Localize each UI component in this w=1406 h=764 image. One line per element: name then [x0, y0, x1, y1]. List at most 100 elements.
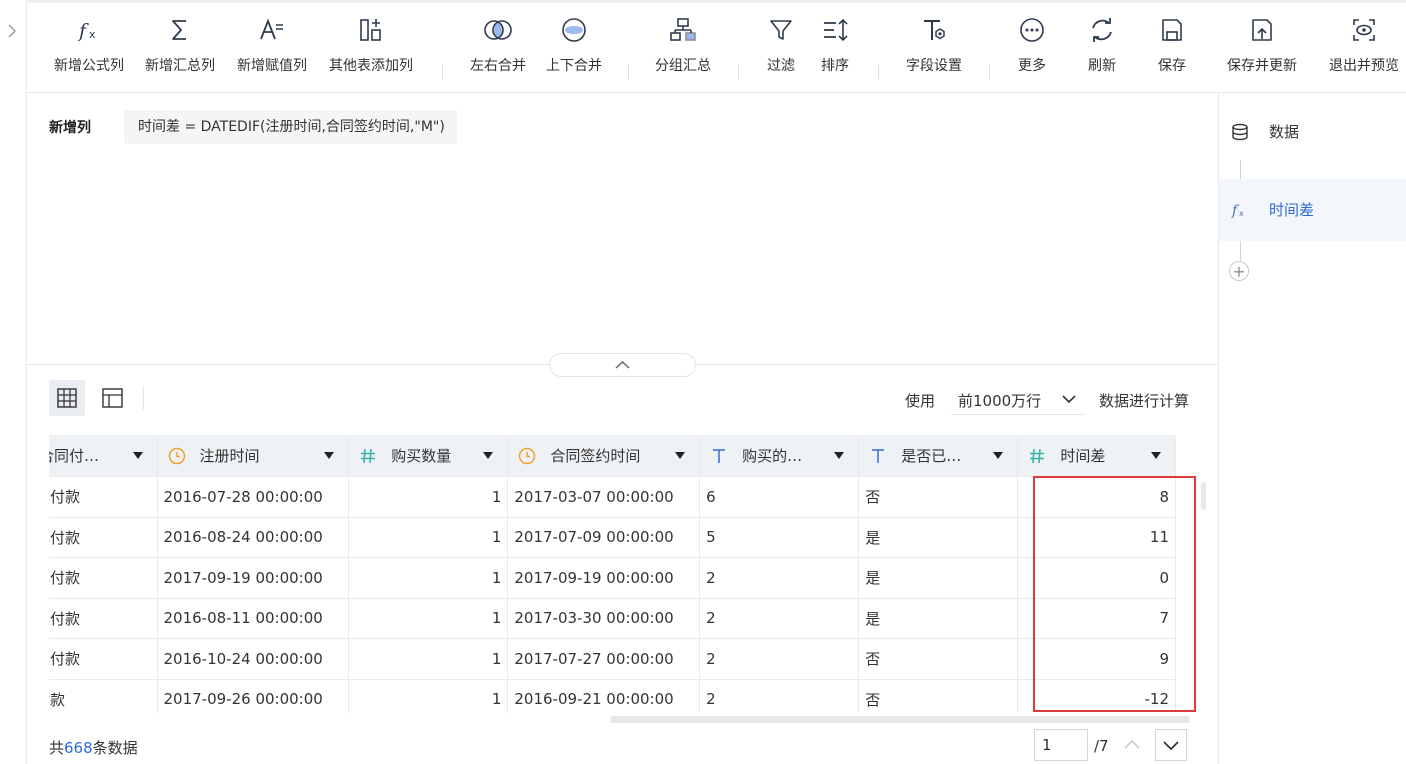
- add-summary-column-button[interactable]: 新增汇总列: [139, 17, 221, 85]
- save-and-update-button[interactable]: 保存并更新: [1219, 17, 1305, 85]
- table-cell: 否: [858, 679, 1019, 713]
- caret-down-icon[interactable]: [993, 452, 1004, 459]
- table-body: 已付款2016-07-28 00:00:0012017-03-07 00:00:…: [49, 476, 1176, 713]
- calc-label: 数据进行计算: [1099, 392, 1190, 410]
- toolbar-label: 左右合并: [470, 58, 526, 74]
- sigma-icon: [172, 20, 186, 40]
- filter-button[interactable]: 过滤: [760, 17, 802, 85]
- new-column-label: 新增列: [49, 120, 91, 136]
- table-cell: 已付款: [49, 517, 158, 558]
- collapse-panel-button[interactable]: [549, 353, 696, 377]
- left-collapse-strip: [0, 0, 27, 764]
- table-cell: 11: [1017, 517, 1176, 558]
- toolbar-label: 分组汇总: [655, 58, 711, 74]
- chevron-up-icon: [1124, 739, 1140, 749]
- toolbar-label: 新增汇总列: [145, 58, 215, 74]
- chevron-up-icon: [615, 360, 630, 369]
- union-vertical-icon: [562, 18, 586, 42]
- svg-text:f: f: [77, 20, 89, 42]
- table-cell: 5: [699, 517, 860, 558]
- vertical-scrollbar[interactable]: [1201, 482, 1206, 510]
- toolbar-label: 更多: [1018, 58, 1046, 74]
- more-icon: [1020, 18, 1044, 42]
- table-cell: 已付款: [49, 638, 158, 680]
- prev-page-button[interactable]: [1118, 731, 1146, 759]
- database-icon: [1232, 123, 1248, 141]
- caret-down-icon[interactable]: [324, 452, 335, 459]
- table-cell: 2016-07-28 00:00:00: [157, 476, 350, 518]
- join-horizontal-icon: [484, 20, 512, 40]
- toolbar-label: 字段设置: [906, 58, 962, 74]
- hash-icon: [1030, 448, 1045, 463]
- svg-text:x: x: [89, 28, 96, 41]
- toolbar-label: 过滤: [767, 58, 795, 74]
- caret-down-icon[interactable]: [834, 452, 845, 459]
- add-column-from-other-table-button[interactable]: 其他表添加列: [322, 17, 420, 85]
- toolbar-separator: [878, 65, 879, 79]
- column-header-label: 购买的…: [742, 447, 803, 465]
- column-header[interactable]: 购买的…: [699, 435, 860, 477]
- left-right-merge-button[interactable]: 左右合并: [463, 17, 533, 85]
- column-header-label: 时间差: [1060, 447, 1106, 465]
- toolbar-label: 排序: [821, 58, 849, 74]
- caret-down-icon[interactable]: [675, 452, 686, 459]
- column-header[interactable]: 注册时间: [157, 435, 350, 477]
- next-page-button[interactable]: [1155, 729, 1187, 761]
- row-limit-select[interactable]: 前1000万行: [951, 384, 1085, 415]
- table-cell: 1: [348, 598, 509, 639]
- table-cell: 2017-09-26 00:00:00: [157, 679, 350, 713]
- table-cell: 1: [348, 557, 509, 599]
- save-icon: [1162, 19, 1182, 41]
- column-header[interactable]: 购买数量: [348, 435, 509, 477]
- toolbar-label: 上下合并: [546, 58, 602, 74]
- table-cell: 已付款: [49, 557, 158, 599]
- exit-and-preview-button[interactable]: 退出并预览: [1323, 17, 1405, 85]
- page-total: /7: [1094, 737, 1109, 755]
- add-formula-column-button[interactable]: f x 新增公式列: [48, 17, 130, 85]
- table-cell: 2017-09-19 00:00:00: [507, 557, 701, 599]
- formula-editor-area: 新增列 时间差 = DATEDIF(注册时间,合同签约时间,"M"): [27, 93, 1218, 364]
- table-row: 已付款2017-09-19 00:00:0012017-09-19 00:00:…: [49, 557, 1176, 599]
- clock-icon: [519, 447, 536, 464]
- refresh-button[interactable]: 刷新: [1081, 17, 1123, 85]
- grid-view-button[interactable]: [49, 380, 85, 416]
- add-assign-column-button[interactable]: 新增赋值列: [231, 17, 313, 85]
- plus-icon[interactable]: +: [1229, 261, 1249, 281]
- use-label: 使用: [905, 392, 936, 410]
- total-count: 668: [64, 739, 93, 757]
- top-bottom-merge-button[interactable]: 上下合并: [539, 17, 609, 85]
- table-cell: 否: [858, 638, 1019, 680]
- save-button[interactable]: 保存: [1151, 17, 1193, 85]
- column-header[interactable]: 合同签约时间: [507, 435, 701, 477]
- page-number-input[interactable]: [1034, 729, 1088, 761]
- column-header[interactable]: 合同付…: [49, 435, 158, 477]
- toolbar-separator: [442, 65, 443, 79]
- toolbar-label: 保存: [1158, 58, 1186, 74]
- layout-view-button[interactable]: [95, 380, 131, 416]
- chevron-right-icon[interactable]: [6, 22, 18, 40]
- total-suffix: 条数据: [92, 739, 138, 757]
- toolbar-separator: [738, 65, 739, 79]
- field-settings-button[interactable]: 字段设置: [897, 17, 971, 85]
- table-cell: 2: [699, 638, 860, 680]
- caret-down-icon[interactable]: [1151, 452, 1161, 459]
- table-cell: 2016-08-11 00:00:00: [157, 598, 350, 639]
- table-cell: 是: [858, 517, 1019, 558]
- table-cell: 2017-07-09 00:00:00: [507, 517, 701, 558]
- data-grid: 合同付…注册时间购买数量合同签约时间购买的…是否已…时间差 已付款2016-07…: [49, 435, 1176, 713]
- formula-expression[interactable]: 时间差 = DATEDIF(注册时间,合同签约时间,"M"): [124, 110, 457, 144]
- grid-icon: [57, 388, 77, 408]
- table-row: 已付款2016-08-11 00:00:0012017-03-30 00:00:…: [49, 598, 1176, 639]
- sort-button[interactable]: 排序: [814, 17, 856, 85]
- column-header[interactable]: 是否已…: [858, 435, 1019, 477]
- group-summary-button[interactable]: 分组汇总: [647, 17, 719, 85]
- more-button[interactable]: 更多: [1011, 17, 1053, 85]
- table-cell: 7: [1017, 598, 1176, 639]
- caret-down-icon[interactable]: [483, 452, 494, 459]
- step-time-diff[interactable]: f x 时间差: [1219, 179, 1406, 241]
- table-cell: 2017-07-27 00:00:00: [507, 638, 701, 680]
- column-header[interactable]: 时间差: [1017, 435, 1176, 477]
- step-data[interactable]: 数据: [1219, 101, 1406, 163]
- horizontal-scrollbar[interactable]: [610, 716, 1190, 723]
- caret-down-icon[interactable]: [132, 452, 143, 459]
